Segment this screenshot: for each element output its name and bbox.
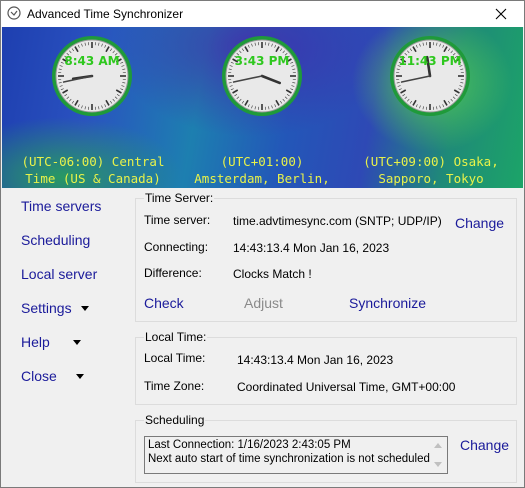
scheduling-log-box[interactable]: Last Connection: 1/16/2023 2:43:05 PM Ne…	[144, 436, 448, 474]
synchronize-button[interactable]: Synchronize	[349, 295, 426, 311]
connecting-value: 14:43:13.4 Mon Jan 16, 2023	[233, 241, 390, 255]
app-window: Advanced Time Synchronizer 8:43 AM 3:43 …	[0, 0, 525, 488]
connecting-label: Connecting:	[144, 240, 209, 254]
difference-label: Difference:	[144, 266, 202, 280]
time-zone-value: Coordinated Universal Time, GMT+00:00	[237, 380, 456, 394]
local-time-group: Local Time: Local Time: 14:43:13.4 Mon J…	[135, 330, 517, 405]
next-auto-start-line: Next auto start of time synchronization …	[148, 453, 430, 465]
scheduling-group: Scheduling Last Connection: 1/16/2023 2:…	[135, 413, 517, 483]
check-button[interactable]: Check	[144, 295, 184, 311]
clock-zone-label-central: (UTC-06:00) Central Time (US & Canada)	[21, 154, 165, 186]
clock-digital-time: 11:43 PM	[398, 54, 461, 68]
adjust-button[interactable]: Adjust	[244, 295, 283, 311]
close-chevron-down-icon[interactable]	[76, 374, 84, 379]
clock-face-central: 8:43 AM	[52, 36, 132, 116]
time-zone-label: Time Zone:	[144, 379, 205, 393]
title-bar[interactable]: Advanced Time Synchronizer	[1, 1, 524, 27]
local-time-group-title: Local Time:	[144, 330, 208, 344]
local-time-label: Local Time:	[144, 351, 206, 365]
time-server-value: time.advtimesync.com (SNTP; UDP/IP)	[233, 214, 442, 228]
window-title: Advanced Time Synchronizer	[27, 7, 184, 21]
local-time-value: 14:43:13.4 Mon Jan 16, 2023	[237, 353, 394, 367]
settings-chevron-down-icon[interactable]	[81, 306, 89, 311]
nav-close[interactable]: Close	[21, 368, 57, 384]
time-server-group-title: Time Server:	[144, 191, 215, 205]
nav-time-servers[interactable]: Time servers	[21, 198, 101, 214]
scroll-down-arrow-icon[interactable]	[434, 462, 442, 467]
time-server-group: Time Server: Time server: time.advtimesy…	[135, 191, 517, 322]
clock-face-amsterdam: 3:43 PM	[222, 36, 302, 116]
clock-digital-time: 3:43 PM	[235, 54, 290, 68]
world-clock-banner: 8:43 AM 3:43 PM 11:43 PM (UTC-06:00) Cen…	[2, 27, 523, 188]
scheduling-group-title: Scheduling	[144, 413, 206, 427]
change-server-button[interactable]: Change	[455, 215, 504, 231]
log-scrollbar[interactable]	[430, 437, 447, 473]
clock-zone-label-tokyo: (UTC+09:00) Osaka, Sapporo, Tokyo	[363, 154, 499, 186]
time-server-label: Time server:	[144, 213, 211, 227]
nav-scheduling[interactable]: Scheduling	[21, 232, 90, 248]
difference-value: Clocks Match !	[233, 267, 312, 281]
close-window-button[interactable]	[478, 1, 524, 27]
clock-digital-time: 8:43 AM	[64, 54, 119, 68]
help-chevron-down-icon[interactable]	[73, 340, 81, 345]
clock-zone-label-amsterdam: (UTC+01:00) Amsterdam, Berlin, B...	[194, 154, 330, 186]
nav-local-server[interactable]: Local server	[21, 266, 97, 282]
scroll-up-arrow-icon[interactable]	[434, 443, 442, 448]
clock-face-tokyo: 11:43 PM	[390, 36, 470, 116]
change-schedule-button[interactable]: Change	[460, 437, 509, 453]
last-connection-line: Last Connection: 1/16/2023 2:43:05 PM	[148, 439, 351, 451]
nav-help[interactable]: Help	[21, 334, 50, 350]
clock-app-icon	[7, 6, 21, 20]
nav-settings[interactable]: Settings	[21, 300, 72, 316]
close-icon	[495, 8, 507, 20]
